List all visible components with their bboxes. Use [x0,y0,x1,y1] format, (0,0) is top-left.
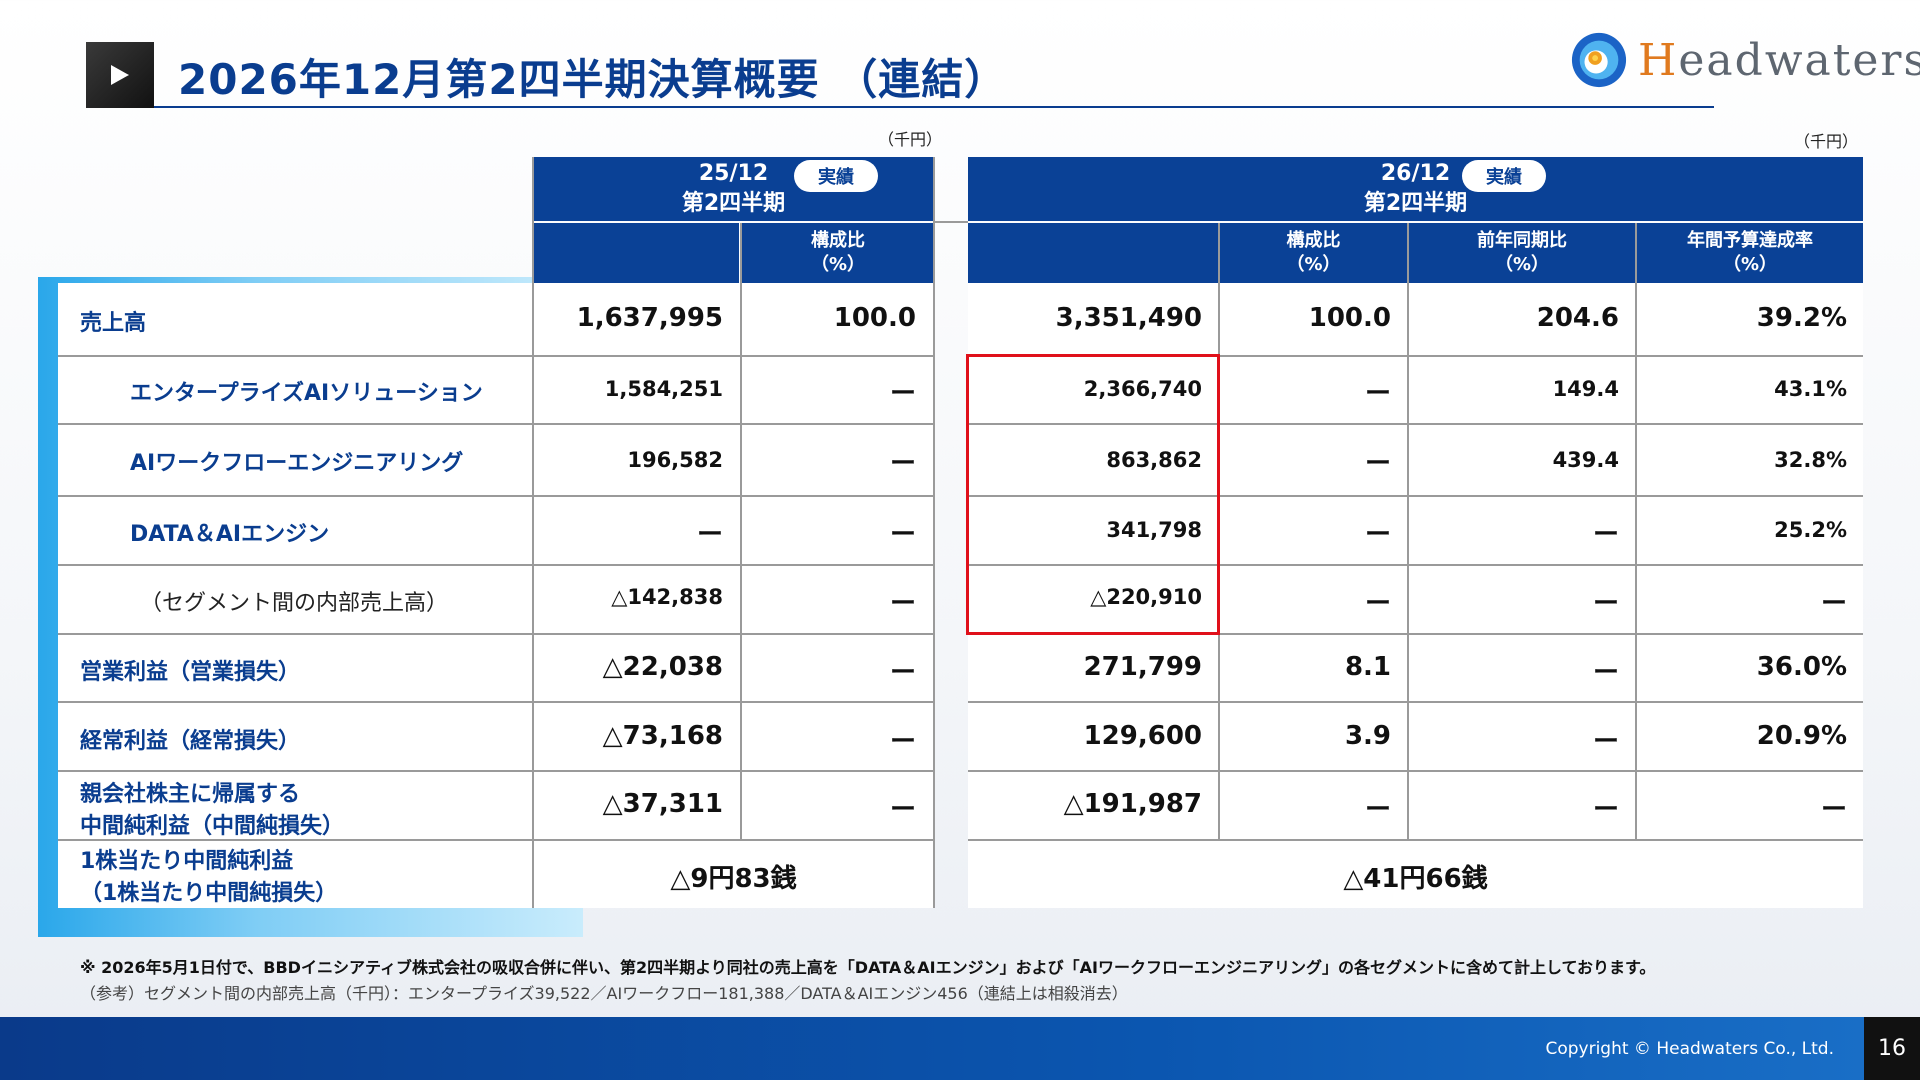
grid-line [933,157,935,908]
right-budget-cell: 39.2% [1756,303,1847,333]
row-label-enterprise-ai: エンタープライズAIソリューション [130,381,483,406]
row-label-intersegment: （セグメント間の内部売上高） [140,591,449,616]
grid-line [532,157,534,908]
page-title: 2026年12月第2四半期決算概要 （連結） [178,55,1008,104]
right-ratio-cell: 8.1 [1344,652,1391,682]
row-divider [58,770,934,772]
left-actual-badge: 実績 [794,160,878,192]
row-divider [58,633,934,635]
right-budget-cell: ー [1820,795,1847,825]
right-value-cell: △191,987 [1063,789,1202,819]
right-actual-badge: 実績 [1462,160,1546,192]
left-ratio-cell: ー [889,379,916,409]
right-budget-cell: 25.2% [1774,518,1847,542]
play-icon [86,42,154,108]
left-value-cell: 1,584,251 [604,377,723,401]
title-underline [154,106,1714,108]
left-ratio-cell: ー [889,520,916,550]
right-yoy-col-header: 前年同期比 （%） [1409,223,1635,283]
left-ratio-cell: ー [889,795,916,825]
row-divider [58,701,934,703]
right-ratio-cell: 3.9 [1344,721,1391,751]
right-ratio-cell: ー [1364,520,1391,550]
right-eps-cell: △41円66銭 [1343,864,1488,894]
unit-label-left: （千円） [878,130,943,149]
left-table-body [533,283,934,908]
right-yoy-cell: 149.4 [1552,377,1619,401]
row-divider [968,770,1863,772]
row-divider [968,701,1863,703]
grid-line [1407,223,1409,839]
row-divider [58,495,934,497]
left-ratio-cell: ー [889,589,916,619]
right-value-cell: 3,351,490 [1055,303,1202,333]
left-ratio-cell: ー [889,727,916,757]
right-budget-cell: 32.8% [1774,448,1847,472]
left-eps-cell: △9円83銭 [670,864,797,894]
page-number: 16 [1864,1017,1920,1080]
right-yoy-cell: 204.6 [1536,303,1619,333]
right-yoy-cell: 439.4 [1552,448,1619,472]
left-value-col-header [533,223,739,283]
row-label-ordinary-profit: 経常利益（経常損失） [80,729,301,754]
right-ratio-cell: ー [1364,795,1391,825]
headwaters-logo-icon [1571,32,1627,88]
highlight-box [966,354,1220,635]
right-yoy-cell: ー [1592,795,1619,825]
row-divider [58,355,934,357]
row-label-data-ai-engine: DATA＆AIエンジン [130,522,330,547]
right-period-header: 26/12 第2四半期 [968,157,1863,221]
right-ratio-cell: 100.0 [1308,303,1391,333]
right-budget-cell: 20.9% [1756,721,1847,751]
grid-line [1635,223,1637,839]
row-divider [968,839,1863,841]
left-ratio-cell: ー [889,658,916,688]
company-logo: Headwaters [1570,28,1920,92]
right-value-col-header [968,223,1218,283]
right-ratio-col-header: 構成比 （%） [1220,223,1407,283]
copyright-text: Copyright © Headwaters Co., Ltd. [1545,1039,1834,1059]
row-divider [58,423,934,425]
row-label-net-income: 親会社株主に帰属する 中間純利益（中間純損失） [80,782,345,839]
right-yoy-cell: ー [1592,589,1619,619]
left-ratio-cell: 100.0 [833,303,916,333]
left-value-cell: △73,168 [602,721,723,751]
right-value-cell: 129,600 [1083,721,1202,751]
row-label-ai-workflow: AIワークフローエンジニアリング [130,451,464,476]
slide-footer: Copyright © Headwaters Co., Ltd. 16 [0,1017,1920,1080]
left-value-cell: △22,038 [602,652,723,682]
right-ratio-cell: ー [1364,449,1391,479]
left-value-cell: ー [696,520,723,550]
left-value-cell: 1,637,995 [576,303,723,333]
right-budget-cell: ー [1820,589,1847,619]
footnote-reference: （参考）セグメント間の内部売上高（千円）：エンタープライズ39,522／AIワー… [80,984,1128,1003]
right-value-cell: 271,799 [1083,652,1202,682]
left-ratio-cell: ー [889,449,916,479]
right-yoy-cell: ー [1592,520,1619,550]
slide-header: 2026年12月第2四半期決算概要 （連結） [86,40,1714,110]
grid-line [740,223,742,839]
left-ratio-col-header: 構成比 （%） [742,223,934,283]
row-label-eps: 1株当たり中間純利益 （1株当たり中間純損失） [80,849,338,906]
logo-text: Headwaters [1638,34,1920,86]
right-ratio-cell: ー [1364,589,1391,619]
row-label-sales: 売上高 [80,311,147,336]
right-ratio-cell: ー [1364,379,1391,409]
footnote-merger: ※ 2026年5月1日付で、BBDイニシアティブ株式会社の吸収合併に伴い、第2四… [80,958,1656,977]
right-budget-cell: 43.1% [1774,377,1847,401]
left-value-cell: △37,311 [602,789,723,819]
left-value-cell: △142,838 [611,585,723,609]
right-budget-cell: 36.0% [1756,652,1847,682]
right-yoy-cell: ー [1592,658,1619,688]
row-label-operating-profit: 営業利益（営業損失） [80,660,301,685]
row-divider [58,564,934,566]
grid-line [933,221,968,223]
right-yoy-cell: ー [1592,727,1619,757]
unit-label-right: （千円） [1794,132,1859,151]
left-value-cell: 196,582 [627,448,723,472]
right-budget-col-header: 年間予算達成率 （%） [1637,223,1863,283]
